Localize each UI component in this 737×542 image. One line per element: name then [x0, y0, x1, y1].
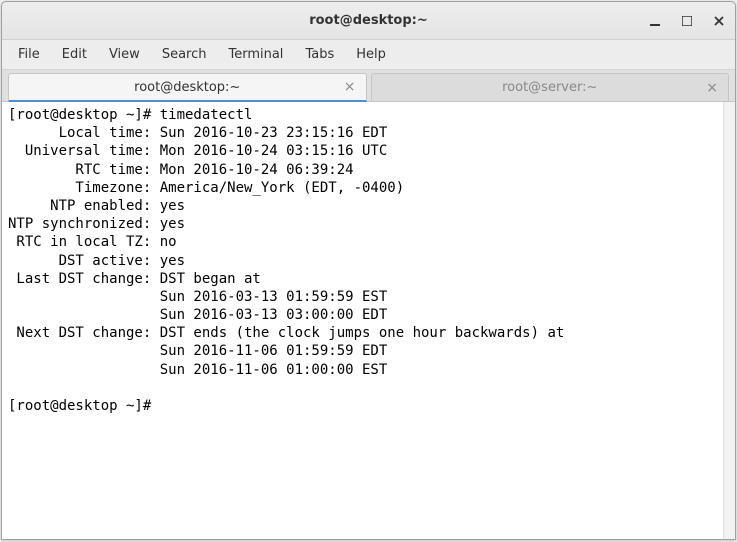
terminal-line: NTP synchronized: yes — [8, 216, 185, 232]
maximize-button[interactable] — [679, 13, 695, 29]
menubar: File Edit View Search Terminal Tabs Help — [2, 40, 735, 70]
terminal-line: Universal time: Mon 2016-10-24 03:15:16 … — [8, 143, 387, 159]
terminal-output[interactable]: [root@desktop ~]# timedatectl Local time… — [2, 102, 723, 539]
terminal-window: root@desktop:~ File Edit View Search Ter… — [1, 1, 736, 540]
terminal-line: RTC in local TZ: no — [8, 234, 177, 250]
tab-bar: root@desktop:~ × root@server:~ × — [2, 70, 735, 102]
terminal-line: RTC time: Mon 2016-10-24 06:39:24 — [8, 162, 354, 178]
terminal-line: Local time: Sun 2016-10-23 23:15:16 EDT — [8, 125, 387, 141]
terminal-line: Next DST change: DST ends (the clock jum… — [8, 325, 564, 341]
terminal-line: Sun 2016-11-06 01:00:00 EST — [8, 362, 387, 378]
tab-server[interactable]: root@server:~ × — [371, 73, 730, 101]
close-button[interactable] — [711, 13, 727, 29]
tab-desktop[interactable]: root@desktop:~ × — [8, 73, 367, 102]
terminal-prompt: [root@desktop ~]# — [8, 398, 160, 414]
window-title: root@desktop:~ — [309, 13, 428, 28]
terminal-line: Sun 2016-03-13 01:59:59 EST — [8, 289, 387, 305]
content-area: [root@desktop ~]# timedatectl Local time… — [2, 102, 735, 539]
terminal-line: DST active: yes — [8, 253, 185, 269]
menu-tabs[interactable]: Tabs — [295, 43, 344, 66]
menu-view[interactable]: View — [99, 43, 150, 66]
menu-edit[interactable]: Edit — [52, 43, 97, 66]
minimize-button[interactable] — [647, 13, 663, 29]
terminal-line: NTP enabled: yes — [8, 198, 185, 214]
menu-help[interactable]: Help — [346, 43, 396, 66]
close-icon[interactable]: × — [344, 80, 356, 94]
titlebar: root@desktop:~ — [2, 2, 735, 40]
tab-label: root@server:~ — [372, 80, 729, 95]
window-controls — [647, 13, 727, 29]
terminal-line: Sun 2016-03-13 03:00:00 EDT — [8, 307, 387, 323]
close-icon[interactable]: × — [706, 81, 718, 95]
terminal-line: Last DST change: DST began at — [8, 271, 261, 287]
terminal-line: [root@desktop ~]# timedatectl — [8, 107, 252, 123]
terminal-line: Sun 2016-11-06 01:59:59 EDT — [8, 343, 387, 359]
tab-label: root@desktop:~ — [9, 80, 366, 95]
scrollbar[interactable] — [723, 102, 735, 539]
menu-terminal[interactable]: Terminal — [218, 43, 293, 66]
menu-file[interactable]: File — [8, 43, 50, 66]
terminal-line: Timezone: America/New_York (EDT, -0400) — [8, 180, 404, 196]
menu-search[interactable]: Search — [152, 43, 217, 66]
